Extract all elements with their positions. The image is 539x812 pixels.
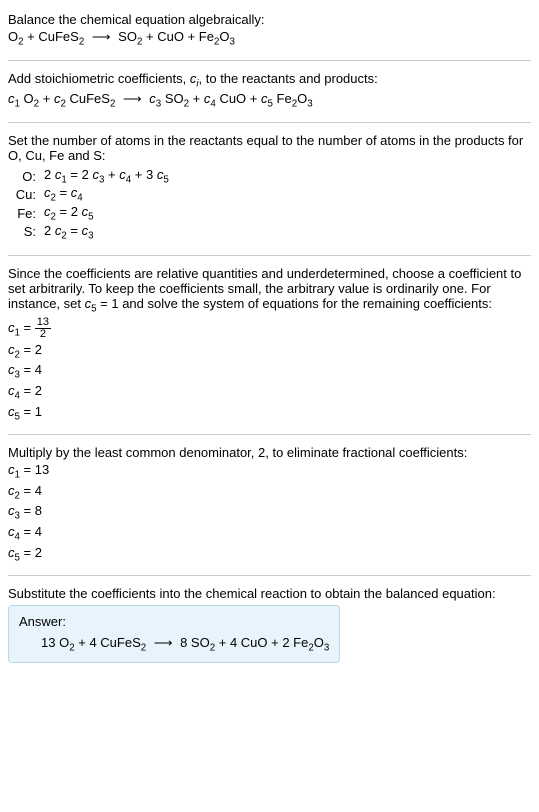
cufes2: + CuFeS2 [24,29,85,44]
coeff-line: c1 = 13 [8,462,531,481]
coeff-line: c3 = 8 [8,503,531,522]
coeff-intro: Add stoichiometric coefficients, ci, to … [8,71,531,90]
section-answer: Substitute the coefficients into the che… [8,582,531,673]
answer-label: Answer: [19,614,329,629]
section-solve: Since the coefficients are relative quan… [8,262,531,435]
section-coefficients: Add stoichiometric coefficients, ci, to … [8,67,531,123]
solve-text: Since the coefficients are relative quan… [8,266,531,315]
arrow-icon: ⟶ [119,91,146,106]
answer-intro: Substitute the coefficients into the che… [8,586,531,601]
cuo-fe2o3: + CuO + Fe2O3 [142,29,235,44]
coeff-line: c2 = 2 [8,342,531,361]
section-intro: Balance the chemical equation algebraica… [8,8,531,61]
atom-label: Fe: [8,206,44,221]
atom-row: Cu: c2 = c4 [8,185,531,204]
atom-eq: c2 = c4 [44,185,83,204]
coeff-line: c5 = 2 [8,545,531,564]
coeff-line: c4 = 2 [8,383,531,402]
atom-label: S: [8,224,44,239]
atom-eq: 2 c1 = 2 c3 + c4 + 3 c5 [44,167,169,186]
section-atoms: Set the number of atoms in the reactants… [8,129,531,256]
balanced-equation: 13 O2 + 4 CuFeS2 ⟶ 8 SO2 + 4 CuO + 2 Fe2… [19,635,329,654]
coeff-line: c4 = 4 [8,524,531,543]
atom-eq: c2 = 2 c5 [44,204,94,223]
coeff-line: c1 = 132 [8,317,531,340]
intro-text: Balance the chemical equation algebraica… [8,12,531,27]
coeff-line: c5 = 1 [8,404,531,423]
atom-row: O: 2 c1 = 2 c3 + c4 + 3 c5 [8,167,531,186]
atom-label: Cu: [8,187,44,202]
arrow-icon: ⟶ [88,29,115,44]
atom-row: Fe: c2 = 2 c5 [8,204,531,223]
answer-box: Answer: 13 O2 + 4 CuFeS2 ⟶ 8 SO2 + 4 CuO… [8,605,340,663]
stoich-equation: c1 O2 + c2 CuFeS2 ⟶ c3 SO2 + c4 CuO + c5… [8,91,531,110]
atom-eq: 2 c2 = c3 [44,223,94,242]
atoms-intro: Set the number of atoms in the reactants… [8,133,531,163]
coeff-line: c2 = 4 [8,483,531,502]
atom-row: S: 2 c2 = c3 [8,223,531,242]
unbalanced-equation: O2 + CuFeS2 ⟶ SO2 + CuO + Fe2O3 [8,29,531,48]
so2: SO2 [118,29,142,44]
multiply-text: Multiply by the least common denominator… [8,445,531,460]
o2: O2 [8,29,24,44]
section-multiply: Multiply by the least common denominator… [8,441,531,576]
atom-equations: O: 2 c1 = 2 c3 + c4 + 3 c5 Cu: c2 = c4 F… [8,167,531,241]
coeff-line: c3 = 4 [8,362,531,381]
arrow-icon: ⟶ [150,635,177,650]
atom-label: O: [8,169,44,184]
